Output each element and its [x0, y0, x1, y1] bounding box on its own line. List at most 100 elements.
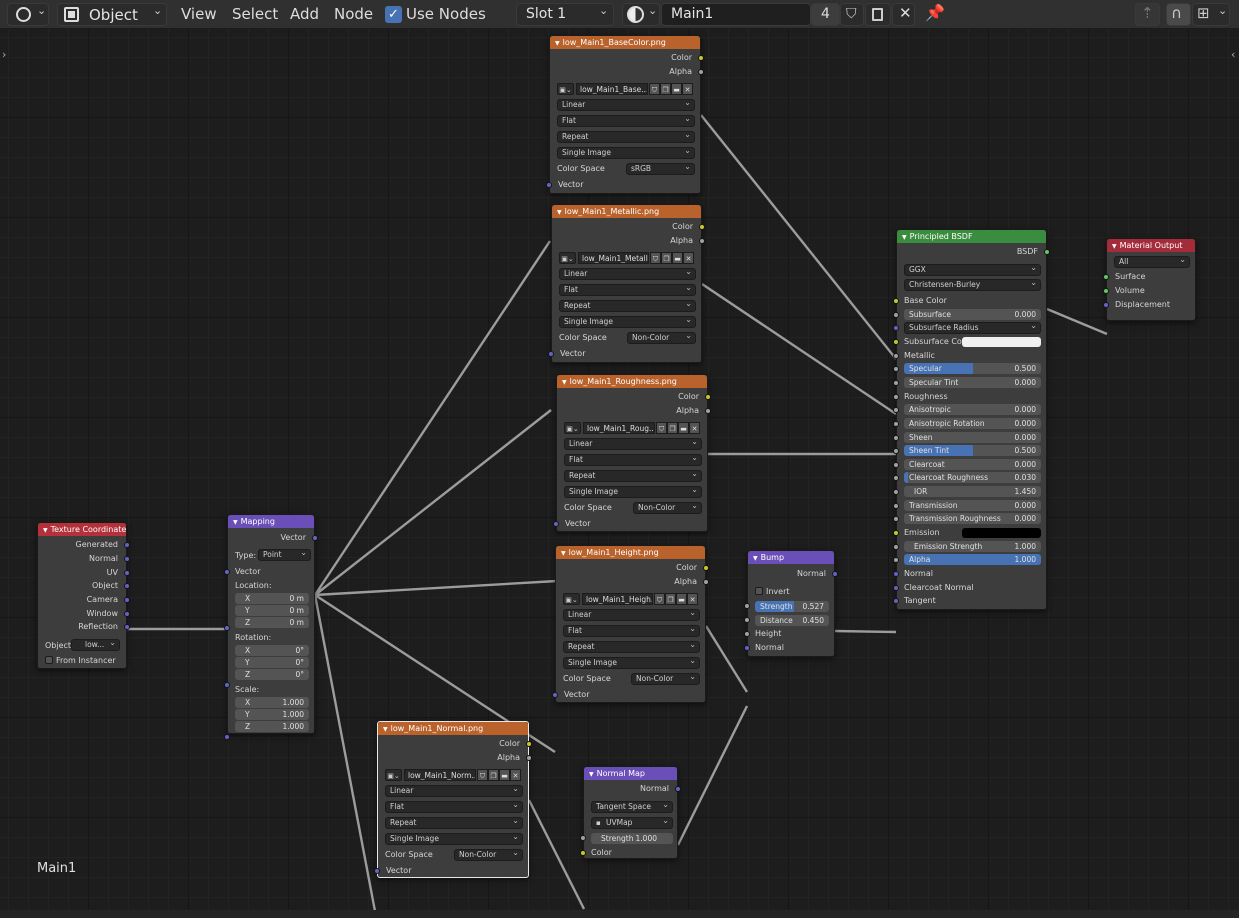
- socket-vector-in[interactable]: [548, 351, 554, 357]
- close-icon[interactable]: ✕: [689, 422, 700, 434]
- socket-vector-in[interactable]: [552, 692, 558, 698]
- image-name[interactable]: low_Main1_Roug...: [583, 422, 655, 434]
- image-browse-icon[interactable]: ▣⌄: [563, 593, 580, 605]
- socket-normal[interactable]: [893, 571, 899, 577]
- editor-type-button[interactable]: ⌄: [7, 3, 49, 26]
- socket-anisotropic-rotation[interactable]: [893, 420, 899, 427]
- socket-ior[interactable]: [893, 489, 899, 496]
- duplicate-icon[interactable]: ❐: [665, 593, 676, 605]
- socket-roughness[interactable]: [893, 393, 899, 400]
- socket-alpha-out[interactable]: [699, 238, 705, 244]
- node-header[interactable]: ▼ Principled BSDF: [897, 230, 1046, 243]
- close-icon[interactable]: ✕: [682, 83, 693, 95]
- node-canvas[interactable]: › ‹ ▼ Texture Coordinate Generated Normal…: [0, 29, 1239, 910]
- uvmap-field[interactable]: ▪ UVMap: [591, 817, 673, 829]
- source-dropdown[interactable]: Single Image: [563, 657, 700, 669]
- node-header[interactable]: ▼ low_Main1_Roughness.png: [557, 375, 707, 388]
- socket-displacement[interactable]: [1103, 302, 1109, 308]
- scale-y-field[interactable]: Y 1.000: [235, 709, 309, 720]
- color-space-dropdown[interactable]: Non-Color: [631, 673, 700, 685]
- image-browse-icon[interactable]: ▣⌄: [557, 83, 574, 95]
- socket-strength[interactable]: [744, 603, 750, 609]
- close-icon[interactable]: ✕: [683, 252, 694, 264]
- image-name[interactable]: low_Main1_Metall...: [578, 252, 649, 264]
- socket-uv[interactable]: [124, 570, 130, 576]
- slot-dropdown[interactable]: Slot 1 ⌄: [516, 3, 614, 26]
- material-browse-button[interactable]: ⌄: [622, 3, 660, 26]
- texture-coordinate-node[interactable]: ▼ Texture Coordinate Generated Normal UV …: [37, 522, 130, 669]
- socket-normal-out[interactable]: [832, 571, 838, 577]
- source-dropdown[interactable]: Single Image: [559, 316, 696, 328]
- socket-generated[interactable]: [124, 542, 130, 548]
- source-dropdown[interactable]: Single Image: [564, 486, 702, 498]
- space-dropdown[interactable]: Tangent Space: [591, 801, 673, 813]
- socket-volume[interactable]: [1103, 288, 1109, 294]
- extension-dropdown[interactable]: Repeat: [559, 300, 696, 312]
- socket-anisotropic[interactable]: [893, 407, 899, 414]
- socket-alpha-out[interactable]: [526, 755, 532, 761]
- alpha-field[interactable]: Alpha 1.000: [904, 554, 1041, 566]
- image-browse-icon[interactable]: ▣⌄: [385, 769, 402, 781]
- collapse-arrow-icon[interactable]: ▼: [561, 550, 566, 557]
- use-nodes-label[interactable]: Use Nodes: [406, 5, 486, 23]
- image-texture-roughness-node[interactable]: ▼ low_Main1_Roughness.png Color Alpha ▣⌄ low_…: [553, 374, 711, 532]
- image-selector[interactable]: ▣⌄ low_Main1_Base... ⛉ ❐ ▬ ✕: [557, 83, 695, 95]
- scale-z-field[interactable]: Z 1.000: [235, 721, 309, 732]
- node-header[interactable]: ▼ low_Main1_BaseColor.png: [550, 36, 700, 49]
- interpolation-dropdown[interactable]: Linear: [557, 99, 695, 111]
- image-browse-icon[interactable]: ▣⌄: [559, 252, 576, 264]
- socket-color-out[interactable]: [698, 55, 704, 61]
- collapse-arrow-icon[interactable]: ▼: [562, 379, 567, 386]
- node-header[interactable]: ▼ low_Main1_Height.png: [556, 546, 705, 559]
- socket-alpha-out[interactable]: [703, 579, 709, 585]
- socket-transmission-roughness[interactable]: [893, 516, 899, 523]
- subsurface-method-dropdown[interactable]: Christensen-Burley: [904, 279, 1041, 291]
- socket-base-color[interactable]: [893, 298, 899, 304]
- subsurface-radius-dropdown[interactable]: Subsurface Radius: [904, 322, 1041, 335]
- sheen-field[interactable]: Sheen 0.000: [904, 431, 1041, 443]
- scale-x-field[interactable]: X 1.000: [235, 697, 309, 708]
- from-instancer-checkbox[interactable]: [45, 656, 53, 664]
- clearcoat-roughness-field[interactable]: Clearcoat Roughness 0.030: [904, 472, 1041, 484]
- node-header[interactable]: ▼ Bump: [748, 551, 834, 564]
- projection-dropdown[interactable]: Flat: [559, 284, 696, 296]
- collapse-arrow-icon[interactable]: ▼: [902, 234, 907, 241]
- socket-window[interactable]: [124, 611, 130, 617]
- image-name[interactable]: low_Main1_Norm...: [404, 769, 476, 781]
- socket-alpha[interactable]: [893, 557, 899, 564]
- user-count-button[interactable]: 4: [811, 3, 840, 26]
- strength-field[interactable]: Strength 1.000: [591, 833, 673, 844]
- image-selector[interactable]: ▣⌄ low_Main1_Heigh... ⛉ ❐ ▬ ✕: [563, 593, 700, 605]
- socket-color-in[interactable]: [580, 850, 586, 856]
- node-header[interactable]: ▼ low_Main1_Metallic.png: [552, 205, 701, 218]
- collapse-arrow-icon[interactable]: ▼: [753, 555, 758, 562]
- material-output-node[interactable]: ▼Material Output All Surface Volume Disp…: [1103, 238, 1196, 321]
- duplicate-icon[interactable]: ❐: [660, 83, 671, 95]
- snap-mode-dropdown[interactable]: ⊞ ⌄: [1192, 3, 1230, 26]
- folder-icon[interactable]: ▬: [672, 252, 683, 264]
- socket-rotation[interactable]: [224, 682, 230, 688]
- unlink-material-button[interactable]: ✕: [892, 3, 915, 26]
- collapse-arrow-icon[interactable]: ▼: [233, 519, 238, 526]
- socket-color-out[interactable]: [699, 224, 705, 230]
- image-selector[interactable]: ▣⌄ low_Main1_Norm... ⛉ ❐ ▬ ✕: [385, 769, 523, 781]
- socket-normal-out[interactable]: [675, 786, 681, 792]
- close-icon[interactable]: ✕: [510, 769, 521, 781]
- collapse-arrow-icon[interactable]: ▼: [383, 726, 388, 733]
- socket-strength[interactable]: [580, 835, 586, 841]
- parent-node-tree-button[interactable]: ⇡: [1135, 3, 1160, 26]
- duplicate-icon[interactable]: ❐: [667, 422, 678, 434]
- node-header[interactable]: ▼ Texture Coordinate: [38, 523, 126, 536]
- distance-field[interactable]: Distance 0.450: [755, 615, 829, 626]
- fake-user-icon[interactable]: ⛉: [649, 83, 660, 95]
- fake-user-icon[interactable]: ⛉: [477, 769, 488, 781]
- socket-vector-in[interactable]: [553, 521, 559, 527]
- socket-normal-in[interactable]: [744, 645, 750, 651]
- rotation-y-field[interactable]: Y 0°: [235, 657, 309, 668]
- location-y-field[interactable]: Y 0 m: [235, 605, 309, 616]
- fake-user-icon[interactable]: ⛉: [650, 252, 661, 264]
- mapping-node[interactable]: ▼Mapping Vector Type: Point Vector Locat…: [224, 514, 318, 740]
- fake-user-icon[interactable]: ⛉: [654, 593, 665, 605]
- projection-dropdown[interactable]: Flat: [563, 625, 700, 637]
- specular-tint-field[interactable]: Specular Tint 0.000: [904, 376, 1041, 388]
